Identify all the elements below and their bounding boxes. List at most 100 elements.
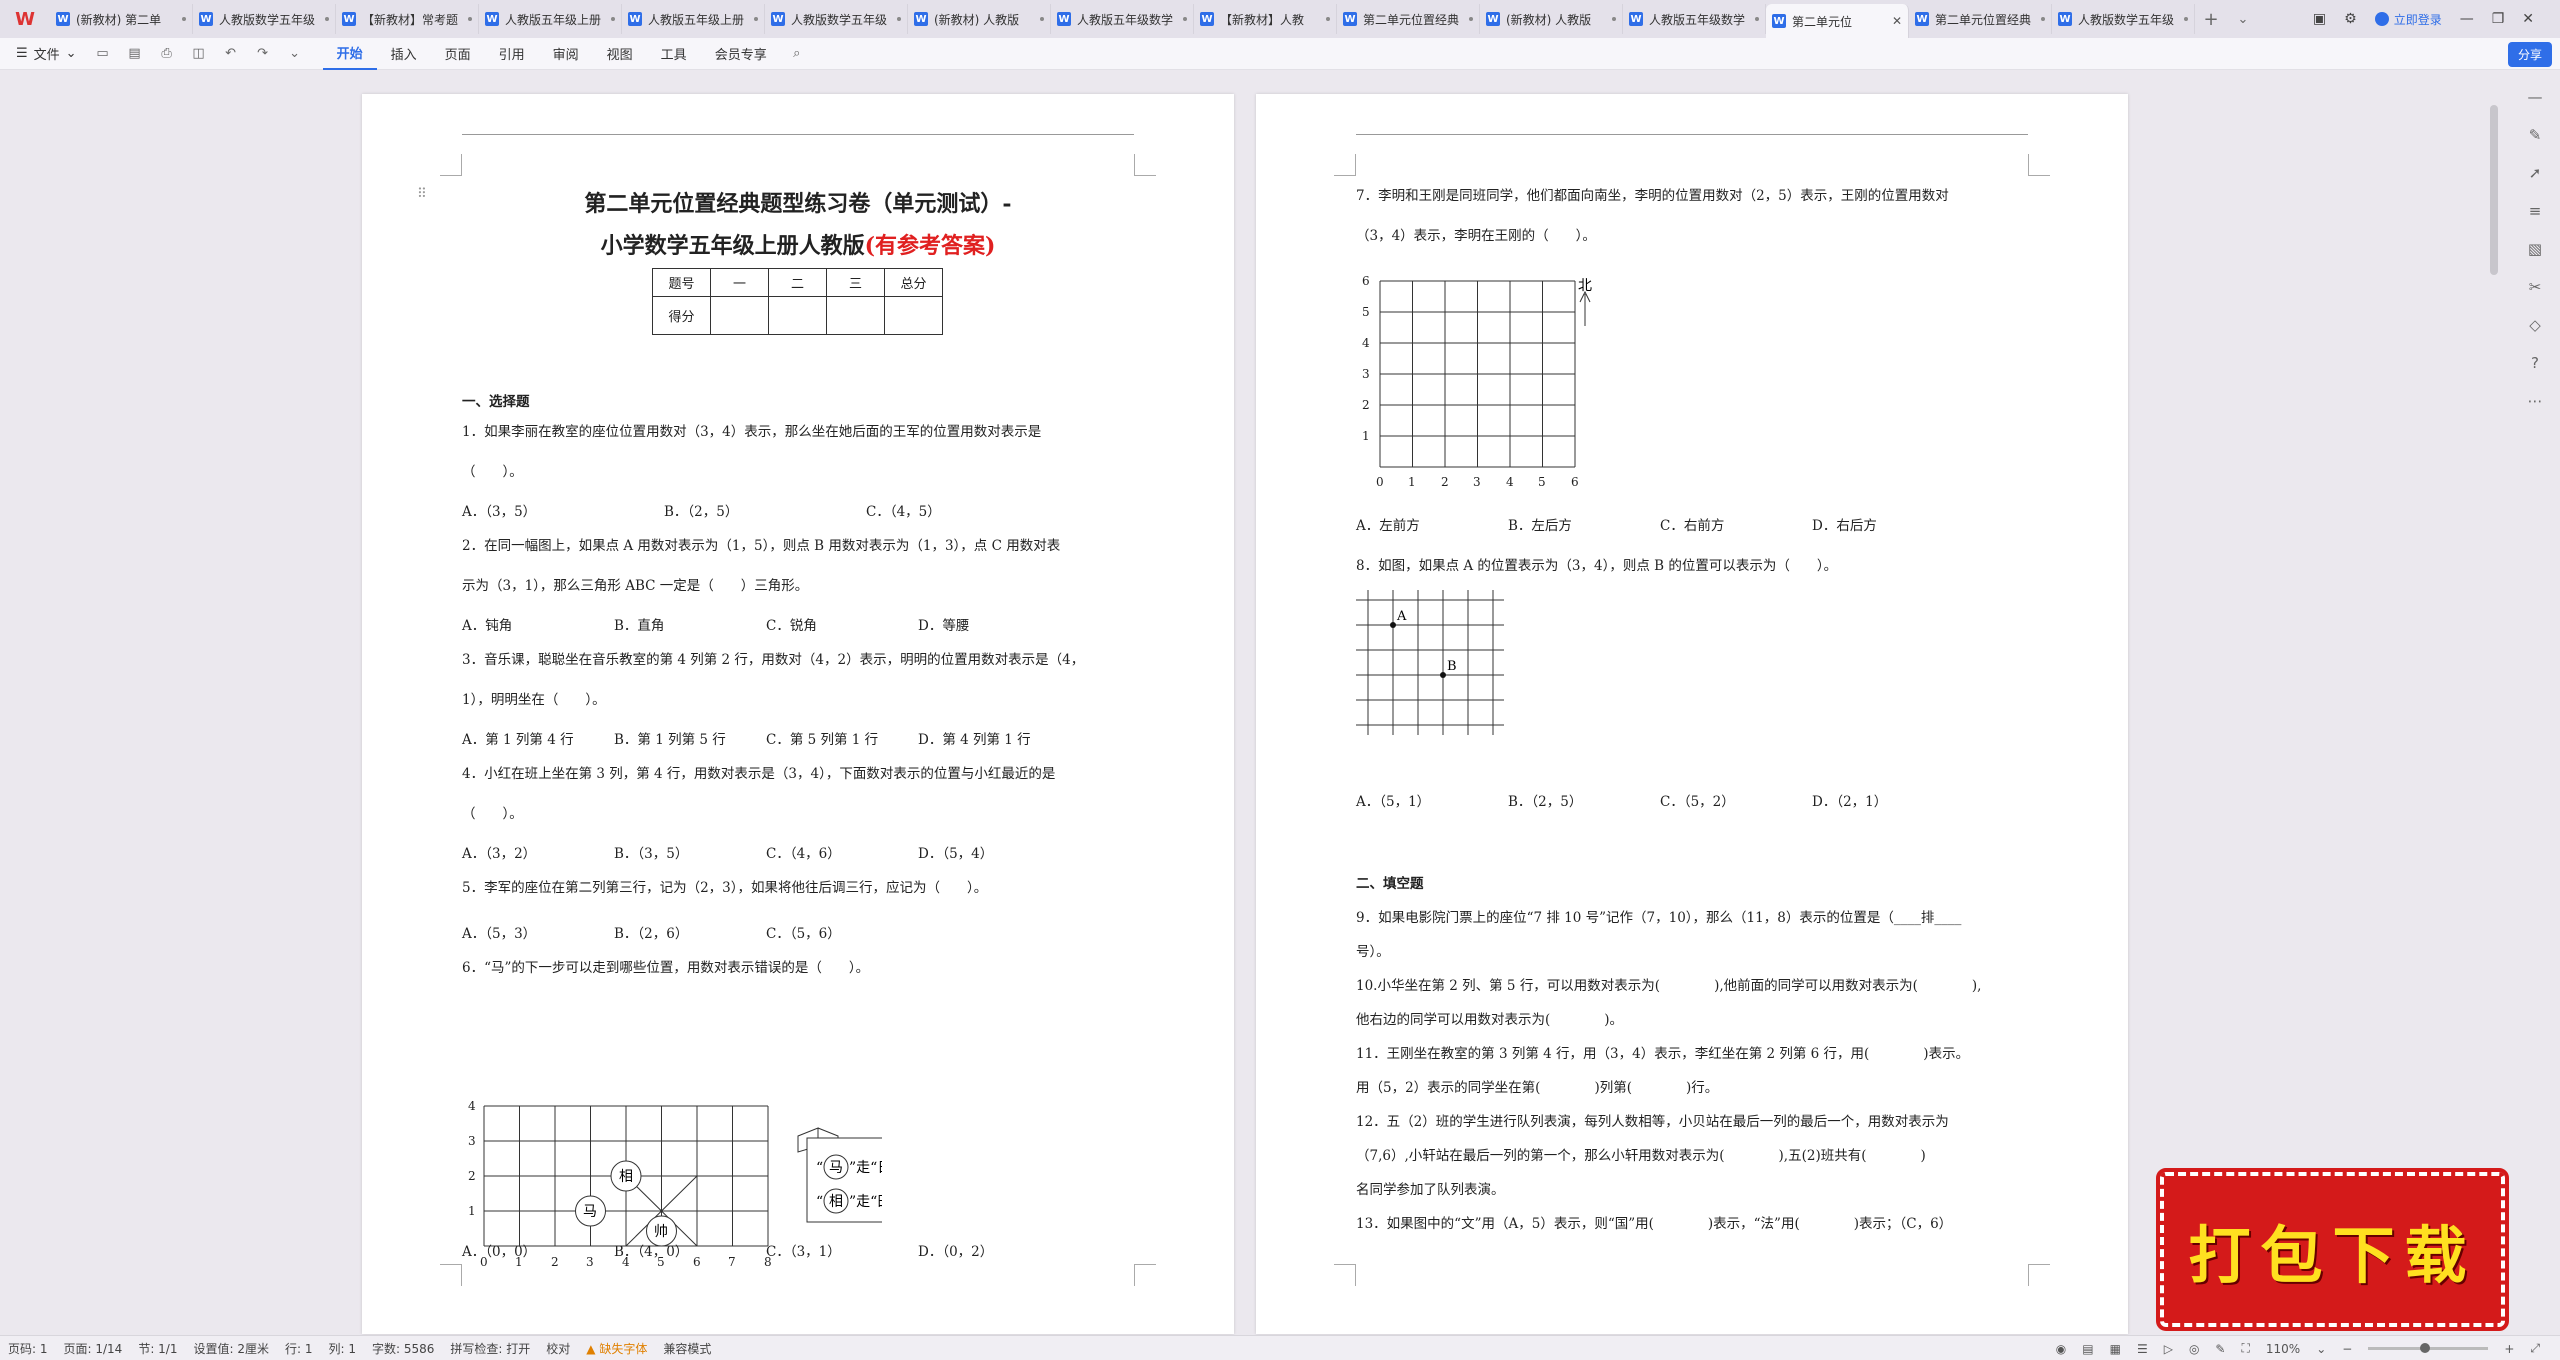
tools-icon[interactable]: ✂ bbox=[2529, 278, 2542, 296]
tab-dot-icon bbox=[468, 17, 472, 21]
table-cell[interactable] bbox=[768, 296, 827, 335]
status-row[interactable]: 行: 1 bbox=[277, 1340, 321, 1357]
status-col[interactable]: 列: 1 bbox=[320, 1340, 364, 1357]
outline-icon[interactable]: ☰ bbox=[2137, 1342, 2148, 1356]
tab-document[interactable]: W (新教材) 第二单 bbox=[50, 4, 193, 34]
tab-list-chevron-icon[interactable]: ⌄ bbox=[2235, 11, 2251, 27]
new-tab-button[interactable]: + bbox=[2203, 9, 2219, 30]
document-page-2[interactable]: 7．李明和王刚是同班同学，他们都面向南坐，李明的位置用数对（2，5）表示，王刚的… bbox=[1256, 94, 2128, 1334]
ribbon-tab[interactable]: 引用 bbox=[485, 38, 539, 70]
download-badge[interactable]: 打包下载 bbox=[2156, 1168, 2509, 1331]
zoom-level[interactable]: 110% bbox=[2266, 1342, 2300, 1356]
page-view-icon[interactable]: ▤ bbox=[2082, 1342, 2093, 1356]
shirt-icon[interactable]: ◇ bbox=[2529, 316, 2541, 334]
tab-document[interactable]: W 人教版五年级数学 bbox=[1623, 4, 1766, 34]
view-controls: ◉ ▤ ▦ ☰ ▷ ◎ ✎ ⛶ 110% ⌄ − + ⤢ bbox=[2056, 1336, 2540, 1360]
status-spell[interactable]: 拼写检查: 打开 bbox=[442, 1340, 538, 1357]
option: C．（5，6） bbox=[766, 926, 841, 942]
tab-document[interactable]: W 人教版五年级数学 bbox=[1051, 4, 1194, 34]
chevron-down-icon[interactable]: ⌄ bbox=[2316, 1342, 2326, 1356]
login-button[interactable]: 立即登录 bbox=[2374, 11, 2442, 28]
search-icon[interactable]: ⌕ bbox=[789, 46, 805, 62]
tab-document[interactable]: W 【新教材】人教 bbox=[1194, 4, 1337, 34]
status-words[interactable]: 字数: 5586 bbox=[364, 1340, 442, 1357]
file-menu[interactable]: ☰ 文件 ⌄ bbox=[0, 44, 87, 63]
table-cell[interactable] bbox=[710, 296, 769, 335]
pen-mode-icon[interactable]: ✎ bbox=[2215, 1342, 2225, 1356]
settings-slider-icon[interactable]: ≡ bbox=[2529, 202, 2542, 220]
globe-icon[interactable]: ◎ bbox=[2189, 1342, 2199, 1356]
zoom-out-icon[interactable]: − bbox=[2342, 1342, 2352, 1356]
print-preview-icon[interactable]: ◫ bbox=[191, 46, 207, 62]
ribbon-tab[interactable]: 插入 bbox=[377, 38, 431, 70]
ribbon-tab[interactable]: 页面 bbox=[431, 38, 485, 70]
svg-text:2: 2 bbox=[551, 1255, 559, 1269]
close-tab-icon[interactable]: ✕ bbox=[1892, 14, 1902, 28]
question-text: 9．如果电影院门票上的座位“7 排 10 号”记作（7，10），那么（11，8）… bbox=[1356, 910, 1962, 926]
status-pages[interactable]: 页面: 1/14 bbox=[56, 1340, 131, 1357]
help-icon[interactable]: ? bbox=[2531, 354, 2539, 372]
svg-text:3: 3 bbox=[468, 1134, 476, 1148]
tab-document[interactable]: W 【新教材】常考题 bbox=[336, 4, 479, 34]
sidebar-toggle-icon[interactable]: ▣ bbox=[2313, 11, 2326, 27]
vertical-scrollbar[interactable] bbox=[2490, 105, 2498, 275]
play-icon[interactable]: ▷ bbox=[2164, 1342, 2173, 1356]
more-chevron-icon[interactable]: ⌄ bbox=[287, 46, 303, 62]
tab-document[interactable]: W 人教版数学五年级 bbox=[193, 4, 336, 34]
table-cell[interactable] bbox=[826, 296, 885, 335]
tab-document[interactable]: W 人教版五年级上册 bbox=[479, 4, 622, 34]
export-pdf-icon[interactable]: ▤ bbox=[127, 46, 143, 62]
tab-dot-icon bbox=[754, 17, 758, 21]
fit-icon[interactable]: ⛶ bbox=[2241, 1341, 2249, 1356]
status-compat[interactable]: 兼容模式 bbox=[655, 1340, 719, 1357]
tab-document[interactable]: W (新教材) 人教版 bbox=[908, 4, 1051, 34]
skin-icon[interactable]: ⚙ bbox=[2344, 11, 2357, 27]
status-page[interactable]: 页码: 1 bbox=[0, 1340, 56, 1357]
close-window-button[interactable]: ✕ bbox=[2522, 11, 2534, 27]
share-button[interactable]: 分享 bbox=[2507, 42, 2552, 67]
status-proof[interactable]: 校对 bbox=[538, 1340, 578, 1357]
zoom-slider[interactable] bbox=[2368, 1343, 2489, 1353]
eye-icon[interactable]: ◉ bbox=[2056, 1342, 2066, 1356]
status-missing-font[interactable]: ▲ 缺失字体 bbox=[578, 1340, 655, 1357]
restore-button[interactable]: ❐ bbox=[2492, 11, 2505, 27]
more-icon[interactable]: ⋯ bbox=[2528, 392, 2543, 410]
tab-document[interactable]: W (新教材) 人教版 bbox=[1480, 4, 1623, 34]
web-view-icon[interactable]: ▦ bbox=[2110, 1342, 2121, 1356]
pen-icon[interactable]: ✎ bbox=[2529, 126, 2542, 144]
ribbon-tab[interactable]: 工具 bbox=[647, 38, 701, 70]
tab-document[interactable]: W 第二单元位置经典 bbox=[1909, 4, 2052, 34]
tab-dot-icon bbox=[1326, 17, 1330, 21]
tab-document[interactable]: W 第二单元位 ✕ bbox=[1766, 4, 1909, 38]
collapse-icon[interactable]: — bbox=[2528, 88, 2543, 106]
tab-document[interactable]: W 人教版数学五年级 bbox=[765, 4, 908, 34]
print-icon[interactable]: ⎙ bbox=[159, 46, 175, 62]
status-section[interactable]: 节: 1/1 bbox=[130, 1340, 185, 1357]
tab-document[interactable]: W 人教版数学五年级 bbox=[2052, 4, 2195, 34]
ribbon-tab[interactable]: 视图 bbox=[593, 38, 647, 70]
word-doc-icon: W bbox=[56, 12, 70, 26]
undo-icon[interactable]: ↶ bbox=[223, 46, 239, 62]
ribbon-tab[interactable]: 开始 bbox=[322, 38, 377, 70]
question-text: 1．如果李丽在教室的座位位置用数对（3，4）表示，那么坐在她后面的王军的位置用数… bbox=[462, 424, 1042, 440]
table-cell[interactable] bbox=[884, 296, 943, 335]
status-setting[interactable]: 设置值: 2厘米 bbox=[185, 1340, 277, 1357]
document-page-1[interactable]: ⠿ 第二单元位置经典题型练习卷（单元测试）- 小学数学五年级上册人教版(有参考答… bbox=[362, 94, 1234, 1334]
option: D．（0，2） bbox=[918, 1244, 994, 1260]
zoom-in-icon[interactable]: + bbox=[2504, 1342, 2514, 1356]
minimize-button[interactable]: — bbox=[2460, 11, 2474, 27]
save-icon[interactable]: ▭ bbox=[95, 46, 111, 62]
wps-logo-icon[interactable]: W bbox=[0, 0, 50, 38]
ribbon-tab[interactable]: 会员专享 bbox=[701, 38, 781, 70]
fullscreen-icon[interactable]: ⤢ bbox=[2530, 1341, 2540, 1356]
image-icon[interactable]: ▧ bbox=[2528, 240, 2542, 258]
tab-document[interactable]: W 人教版五年级上册 bbox=[622, 4, 765, 34]
word-doc-icon: W bbox=[1772, 14, 1786, 28]
ribbon-tab[interactable]: 审阅 bbox=[539, 38, 593, 70]
word-doc-icon: W bbox=[771, 12, 785, 26]
redo-icon[interactable]: ↷ bbox=[255, 46, 271, 62]
question-text: 6．“马”的下一步可以走到哪些位置，用数对表示错误的是（ ）。 bbox=[462, 960, 870, 976]
tab-document[interactable]: W 第二单元位置经典 bbox=[1337, 4, 1480, 34]
select-icon[interactable]: ➚ bbox=[2529, 164, 2542, 182]
point-grid-figure: A B bbox=[1356, 590, 1504, 735]
